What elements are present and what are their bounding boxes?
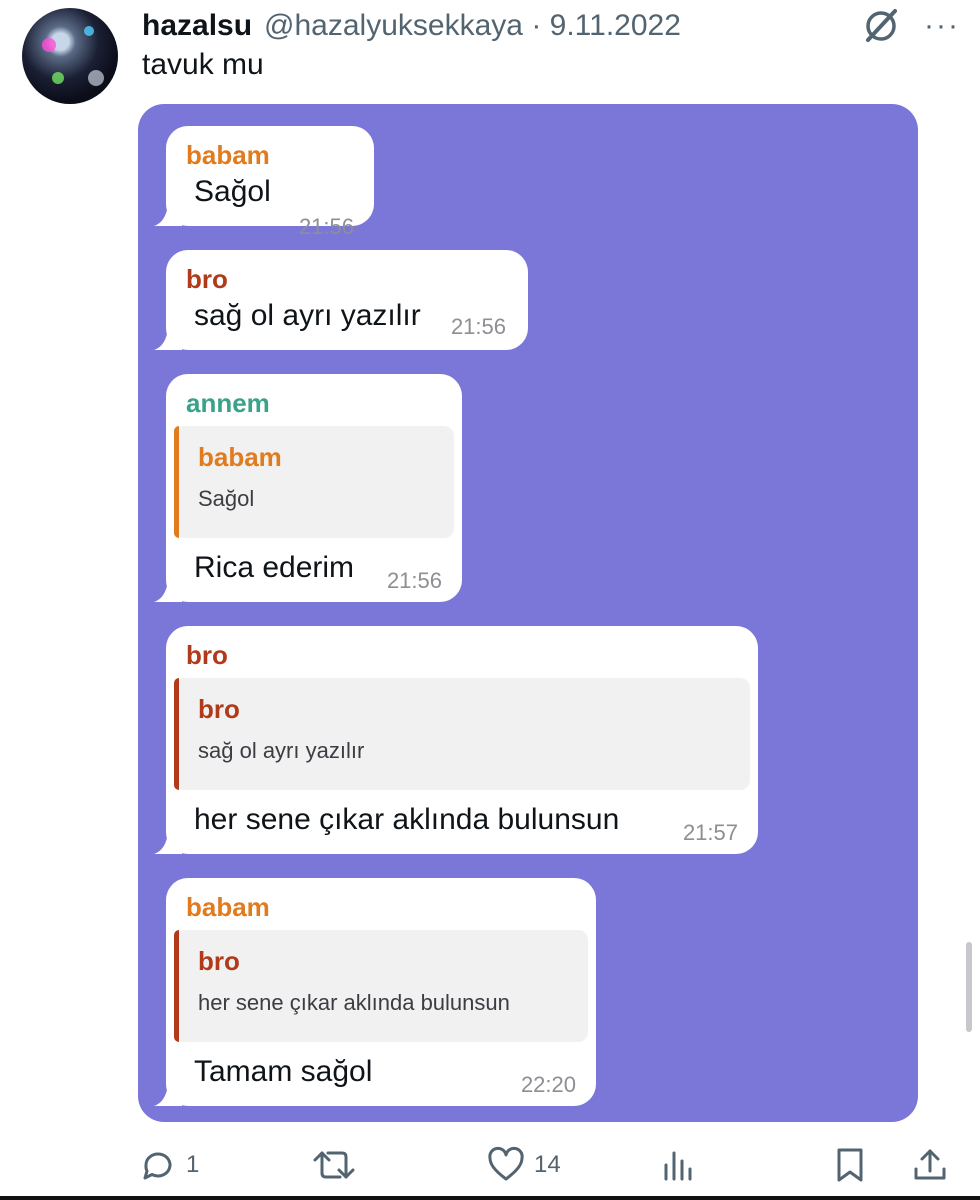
message-time: 21:56 <box>450 314 506 339</box>
message-text: Tamam sağol <box>194 1055 373 1088</box>
message-text: her sene çıkar aklında bulunsun <box>194 803 620 836</box>
scrollbar[interactable] <box>966 942 972 1032</box>
tweet-action-bar: 1 14 <box>138 1140 958 1190</box>
date-separator: · <box>531 9 542 42</box>
quote-sender: bro <box>198 946 240 976</box>
share-button[interactable] <box>910 1140 950 1190</box>
quote-text: sağ ol ayrı yazılır <box>198 738 365 763</box>
message-text: Rica ederim <box>194 551 355 584</box>
tweet-header: hazalsu @hazalyuksekkaya · 9.11.2022 ··· <box>142 6 960 46</box>
chat-message: bro sağ ol ayrı yazılır 21:56 <box>154 250 528 350</box>
grok-icon[interactable] <box>860 5 902 47</box>
quote-sender: babam <box>198 442 282 472</box>
bottom-border <box>0 1196 980 1200</box>
retweet-icon <box>313 1151 355 1179</box>
user-handle[interactable]: @hazalyuksekkaya <box>264 9 523 42</box>
chat-message: babam bro her sene çıkar aklında bulunsu… <box>154 878 596 1106</box>
reply-count: 1 <box>186 1151 200 1178</box>
reply-quote[interactable]: bro her sene çıkar aklında bulunsun <box>174 930 588 1042</box>
bubble-tail <box>154 576 182 602</box>
message-sender: bro <box>186 264 228 294</box>
bubble-tail <box>154 828 182 854</box>
bubble-tail <box>154 324 182 350</box>
retweet-button[interactable] <box>310 1140 366 1190</box>
quote-bar <box>174 930 179 1042</box>
chat-screenshot[interactable]: babam Sağol 21:56 bro sağ ol ayrı yazılı… <box>138 104 918 1122</box>
quote-text: her sene çıkar aklında bulunsun <box>198 990 510 1015</box>
reply-icon <box>143 1152 172 1180</box>
reply-quote[interactable]: babam Sağol <box>174 426 454 538</box>
tweet-text: tavuk mu <box>142 48 264 81</box>
views-button[interactable] <box>658 1140 698 1190</box>
message-text: Sağol <box>194 175 271 208</box>
quote-sender: bro <box>198 694 240 724</box>
profile-avatar[interactable] <box>22 8 118 104</box>
message-sender: babam <box>186 892 270 922</box>
more-options-icon[interactable]: ··· <box>924 11 960 41</box>
bookmark-icon <box>837 1148 863 1182</box>
message-time: 21:56 <box>386 568 442 593</box>
message-time: 22:20 <box>520 1072 576 1097</box>
like-icon <box>488 1146 524 1181</box>
message-sender: babam <box>186 140 270 170</box>
tweet-date[interactable]: 9.11.2022 <box>550 9 681 42</box>
chat-message: babam Sağol 21:56 <box>154 126 374 239</box>
reply-quote[interactable]: bro sağ ol ayrı yazılır <box>174 678 750 790</box>
display-name[interactable]: hazalsu <box>142 9 252 43</box>
chat-message: annem babam Sağol Rica ederim 21:56 <box>154 374 462 602</box>
like-button[interactable]: 14 <box>486 1140 561 1190</box>
handle-and-date: @hazalyuksekkaya · 9.11.2022 <box>264 9 681 43</box>
reply-button[interactable]: 1 <box>138 1140 199 1190</box>
chat-message: bro bro sağ ol ayrı yazılır her sene çık… <box>154 626 758 854</box>
views-icon <box>664 1151 692 1181</box>
like-count: 14 <box>534 1151 561 1178</box>
bookmark-button[interactable] <box>830 1140 870 1190</box>
quote-bar <box>174 426 179 538</box>
message-sender: annem <box>186 388 270 418</box>
message-sender: bro <box>186 640 228 670</box>
bubble-tail <box>154 200 182 226</box>
message-time: 21:57 <box>682 820 738 845</box>
message-time: 21:56 <box>298 214 354 239</box>
quote-bar <box>174 678 179 790</box>
quote-text: Sağol <box>198 486 255 511</box>
share-icon <box>914 1149 946 1180</box>
bubble-tail <box>154 1080 182 1106</box>
message-text: sağ ol ayrı yazılır <box>194 299 421 332</box>
